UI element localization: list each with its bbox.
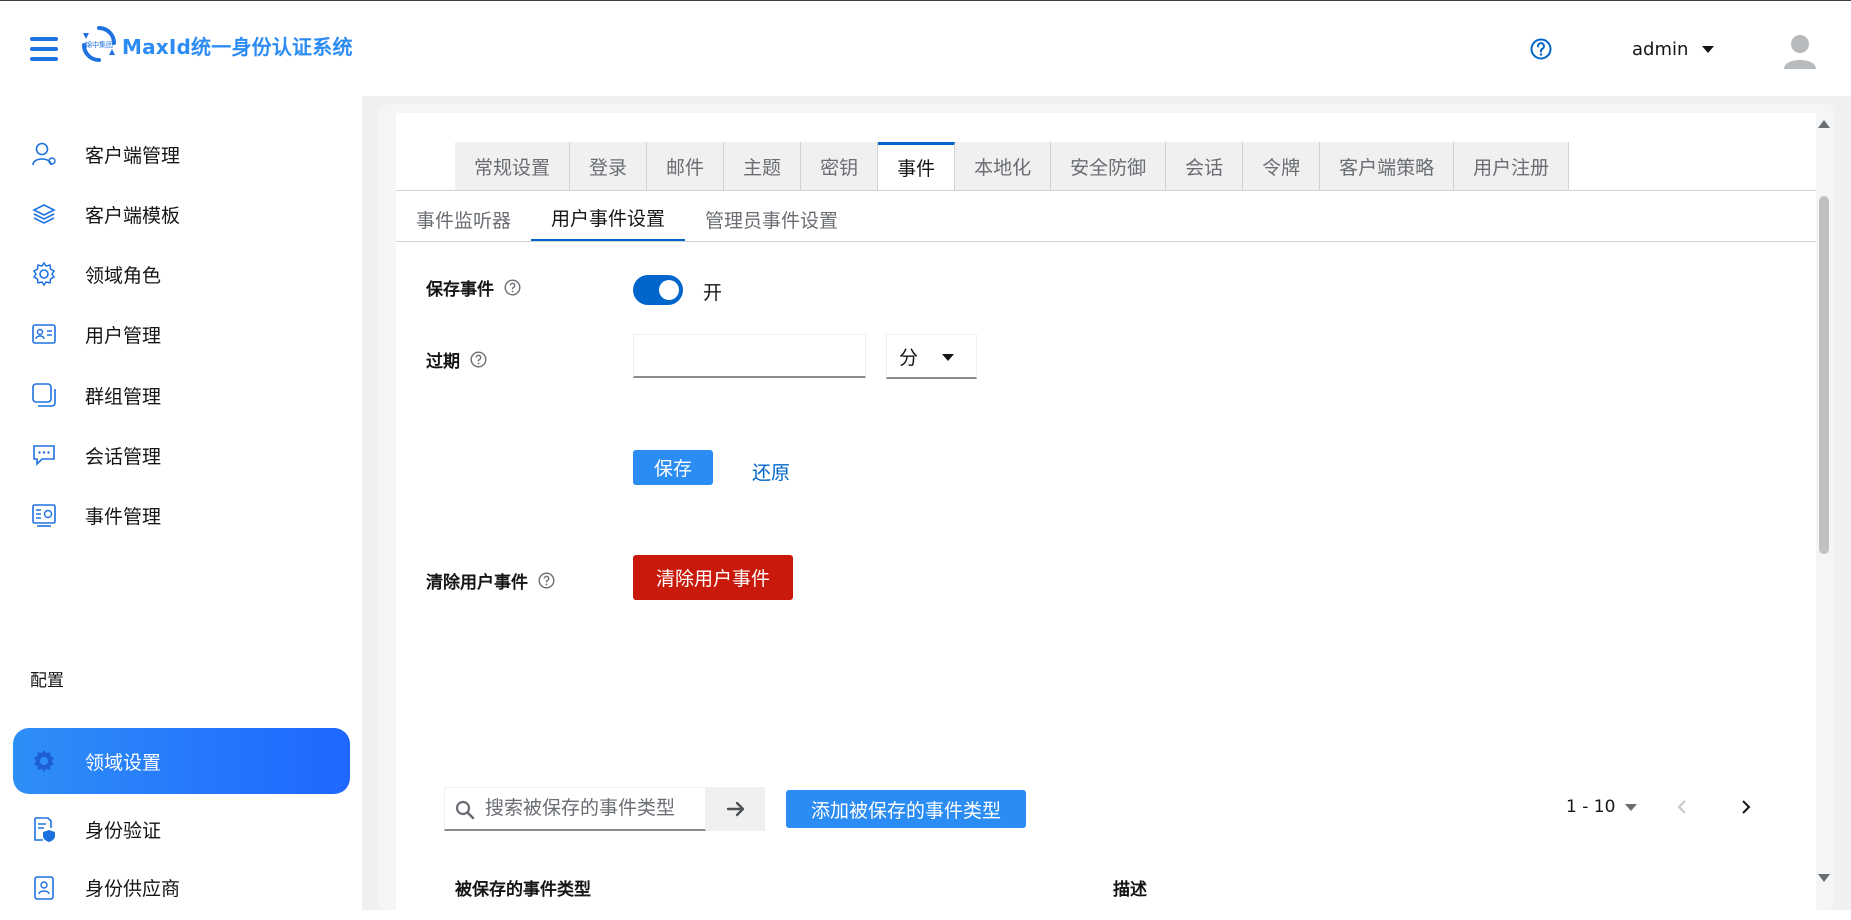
chat-icon (30, 441, 58, 469)
tabs-divider (396, 190, 1816, 191)
sidebar-item-label: 身份供应商 (85, 877, 181, 900)
expiration-unit-select[interactable]: 分 (886, 334, 977, 379)
arrow-right-icon (726, 801, 744, 817)
user-icon (30, 140, 58, 168)
tab-keys[interactable]: 密钥 (801, 142, 879, 191)
id-card-icon (30, 320, 58, 348)
events-subtabs: 事件监听器 用户事件设置 管理员事件设置 (396, 196, 858, 242)
tab-localization[interactable]: 本地化 (955, 142, 1052, 191)
sidebar-item-clients[interactable]: 客户端管理 (13, 121, 350, 187)
sidebar-item-identity-providers[interactable]: 身份供应商 (13, 854, 350, 920)
column-header-event-type[interactable]: 被保存的事件类型 (455, 875, 591, 900)
sidebar-item-label: 群组管理 (85, 385, 162, 408)
tab-events[interactable]: 事件 (878, 142, 956, 191)
chevron-right-icon[interactable] (1736, 798, 1754, 816)
caret-down-icon (942, 354, 954, 361)
help-question-icon[interactable] (504, 279, 521, 296)
tab-security-defenses[interactable]: 安全防御 (1051, 142, 1167, 191)
clear-events-label: 清除用户事件 (426, 573, 528, 593)
expiration-unit-value: 分 (899, 346, 919, 369)
sidebar-item-label: 客户端模板 (85, 204, 181, 227)
user-menu-dropdown[interactable]: admin (1632, 35, 1715, 63)
sidebar-section-config: 配置 (30, 671, 64, 691)
sidebar-item-users[interactable]: 用户管理 (13, 301, 350, 367)
sidebar-item-label: 客户端管理 (85, 144, 181, 167)
caret-down-icon (1625, 803, 1638, 811)
event-icon (30, 501, 58, 529)
tab-tokens[interactable]: 令牌 (1243, 142, 1321, 191)
toggle-knob (659, 280, 679, 300)
svg-text:锦中集团: 锦中集团 (85, 40, 113, 49)
expiration-input[interactable] (633, 334, 866, 378)
sidebar-item-label: 会话管理 (85, 445, 162, 468)
sidebar-item-realm-roles[interactable]: 领域角色 (13, 241, 350, 307)
save-events-toggle[interactable] (633, 275, 683, 305)
layers-icon (30, 200, 58, 228)
scroll-down-arrow-icon[interactable] (1818, 874, 1830, 882)
search-icon (455, 800, 475, 820)
column-header-description[interactable]: 描述 (1113, 875, 1147, 900)
sidebar-nav: 客户端管理 客户端模板 领域角色 用户管理 群组管理 会话管理 事件管理 配置 … (0, 96, 362, 910)
realm-settings-tabs: 常规设置 登录 邮件 主题 密钥 事件 本地化 安全防御 会话 令牌 客户端策略… (455, 142, 1570, 191)
sidebar-item-label: 领域设置 (85, 751, 162, 774)
subtab-user-events-settings[interactable]: 用户事件设置 (531, 196, 686, 242)
tab-email[interactable]: 邮件 (647, 142, 725, 191)
tab-client-policies[interactable]: 客户端策略 (1320, 142, 1455, 191)
scrollbar-thumb[interactable] (1819, 196, 1829, 554)
sidebar-item-realm-settings[interactable]: 领域设置 (13, 728, 350, 794)
group-icon (30, 381, 58, 409)
app-header: 锦中集团 MaxId统一身份认证系统 admin (0, 1, 1851, 96)
subtab-event-listeners[interactable]: 事件监听器 (396, 196, 531, 242)
pagination-range: 1 - 10 (1566, 797, 1616, 817)
tab-user-registration[interactable]: 用户注册 (1454, 142, 1570, 191)
gear-icon (30, 747, 58, 775)
menu-toggle-icon[interactable] (30, 37, 58, 61)
search-input[interactable] (485, 788, 700, 828)
event-type-search (444, 787, 706, 831)
pagination-range-toggle[interactable]: 1 - 10 (1566, 797, 1638, 817)
sidebar-item-authentication[interactable]: 身份验证 (13, 796, 350, 862)
clear-events-field: 清除用户事件 (426, 568, 555, 593)
expiration-label: 过期 (426, 352, 460, 372)
company-logo: 锦中集团 (82, 25, 116, 63)
tab-general[interactable]: 常规设置 (455, 142, 571, 191)
save-events-label: 保存事件 (426, 280, 494, 300)
sidebar-item-label: 用户管理 (85, 324, 162, 347)
tab-login[interactable]: 登录 (570, 142, 648, 191)
save-events-field: 保存事件 (426, 275, 521, 300)
save-events-state: 开 (703, 282, 723, 304)
chevron-left-icon[interactable] (1674, 798, 1692, 816)
sidebar-item-groups[interactable]: 群组管理 (13, 362, 350, 428)
subtab-admin-events-settings[interactable]: 管理员事件设置 (685, 196, 858, 242)
sidebar-item-events[interactable]: 事件管理 (13, 482, 350, 548)
scroll-up-arrow-icon[interactable] (1818, 120, 1830, 128)
search-submit-button[interactable] (706, 787, 765, 831)
tab-themes[interactable]: 主题 (724, 142, 802, 191)
sidebar-item-label: 事件管理 (85, 505, 162, 528)
sidebar-item-label: 领域角色 (85, 264, 162, 287)
subtabs-divider (396, 241, 1816, 242)
help-icon[interactable] (1530, 38, 1552, 60)
expiration-field: 过期 (426, 347, 487, 372)
clear-user-events-button[interactable]: 清除用户事件 (633, 555, 793, 600)
revert-link[interactable]: 还原 (752, 458, 790, 485)
tab-sessions[interactable]: 会话 (1166, 142, 1244, 191)
gear-icon (30, 260, 58, 288)
avatar[interactable] (1782, 31, 1818, 71)
add-saved-event-type-button[interactable]: 添加被保存的事件类型 (786, 790, 1026, 828)
save-button[interactable]: 保存 (633, 450, 713, 485)
sidebar-item-sessions[interactable]: 会话管理 (13, 422, 350, 488)
sidebar-item-client-templates[interactable]: 客户端模板 (13, 181, 350, 247)
help-question-icon[interactable] (470, 351, 487, 368)
shield-doc-icon (30, 815, 58, 843)
caret-down-icon (1702, 45, 1715, 53)
sidebar-item-label: 身份验证 (85, 819, 162, 842)
help-question-icon[interactable] (538, 572, 555, 589)
id-badge-icon (30, 873, 58, 901)
user-name: admin (1632, 38, 1689, 60)
app-brand-title: MaxId统一身份认证系统 (122, 35, 353, 59)
